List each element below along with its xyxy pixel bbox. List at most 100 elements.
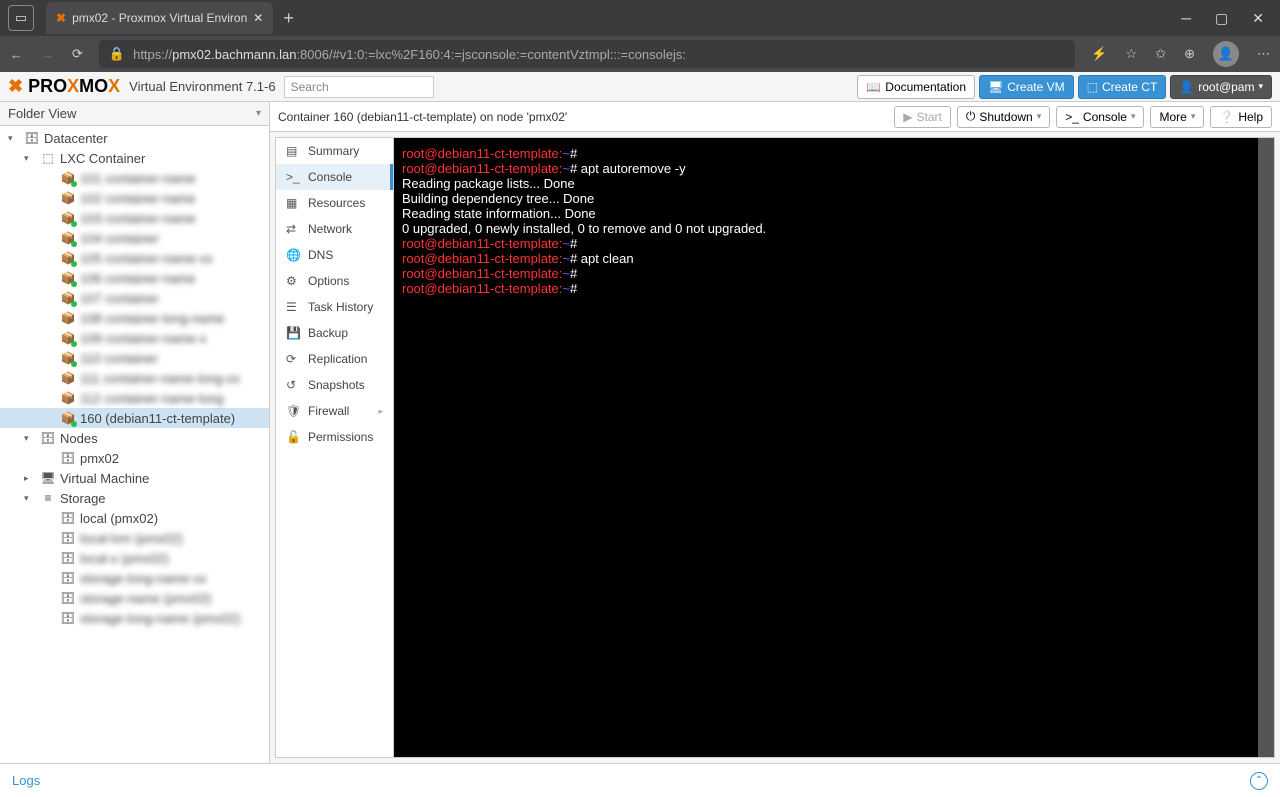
favorite-icon[interactable]: ☆ <box>1126 46 1138 62</box>
tree-item[interactable]: 📦111 container-name-long-xx <box>0 368 269 388</box>
tree-item[interactable]: 🗄local (pmx02) <box>0 508 269 528</box>
tree-item[interactable]: ▾≡Storage <box>0 488 269 508</box>
tab-close-icon[interactable]: ✕ <box>253 11 263 25</box>
tree-item-label: 111 container-name-long-xx <box>80 371 240 386</box>
user-button[interactable]: 👤root@pam▾ <box>1170 75 1272 99</box>
profile-avatar-icon[interactable]: 👤 <box>1213 41 1239 67</box>
tree-item-label: Virtual Machine <box>60 471 149 486</box>
tree-item[interactable]: 🗄storage-name (pmx02) <box>0 588 269 608</box>
cube-run-icon: 📦 <box>60 170 76 186</box>
submenu-snapshots[interactable]: ↺Snapshots <box>276 372 393 398</box>
submenu-permissions[interactable]: 🔓Permissions <box>276 424 393 450</box>
console-button[interactable]: >_Console▾ <box>1056 106 1144 128</box>
sidebar: Folder View ▾ ▾🗄Datacenter▾⬚LXC Containe… <box>0 102 270 763</box>
submenu-backup[interactable]: 💾Backup <box>276 320 393 346</box>
minimize-icon[interactable]: ─ <box>1181 10 1191 27</box>
submenu-firewall[interactable]: 🛡Firewall▸ <box>276 398 393 424</box>
logs-button[interactable]: Logs <box>12 773 40 788</box>
submenu-summary[interactable]: ▤Summary <box>276 138 393 164</box>
cube-run-icon: 📦 <box>60 230 76 246</box>
tree-item[interactable]: 📦102 container-name <box>0 188 269 208</box>
cube-run-icon: 📦 <box>60 350 76 366</box>
favorites-bar-icon[interactable]: ✩ <box>1155 46 1166 62</box>
terminal[interactable]: root@debian11-ct-template:~# root@debian… <box>394 138 1274 757</box>
create-vm-button[interactable]: 🖥Create VM <box>979 75 1074 99</box>
collections-icon[interactable]: ⊕ <box>1184 46 1195 62</box>
book-icon: ▤ <box>286 144 300 158</box>
back-icon[interactable]: ← <box>10 47 23 62</box>
tree-item-label: 110 container <box>80 351 158 366</box>
gear-icon: ⚙ <box>286 274 300 288</box>
close-window-icon[interactable]: ✕ <box>1252 10 1264 27</box>
cube-run-icon: 📦 <box>60 330 76 346</box>
tree-item[interactable]: 📦106 container-name <box>0 268 269 288</box>
submenu-console[interactable]: >_Console <box>276 164 393 190</box>
lock-icon: 🔓 <box>286 430 300 444</box>
tree-item-label: LXC Container <box>60 151 145 166</box>
reload-icon[interactable]: ⟳ <box>72 46 83 62</box>
power-icon: ⏻ <box>966 109 976 124</box>
create-ct-button[interactable]: ⬚Create CT <box>1078 75 1167 99</box>
submenu-dns[interactable]: 🌐DNS <box>276 242 393 268</box>
tree-item[interactable]: 📦108 container-long-name <box>0 308 269 328</box>
tree-item[interactable]: ▸🖥Virtual Machine <box>0 468 269 488</box>
content-header: Container 160 (debian11-ct-template) on … <box>270 102 1280 132</box>
expand-up-icon[interactable]: ⌃ <box>1250 772 1268 790</box>
submenu-options[interactable]: ⚙Options <box>276 268 393 294</box>
tree-item[interactable]: 📦107 container <box>0 288 269 308</box>
new-tab-button[interactable]: + <box>273 8 304 29</box>
tree-item[interactable]: 📦160 (debian11-ct-template) <box>0 408 269 428</box>
tree-item[interactable]: 📦 110 container <box>0 348 269 368</box>
browser-chrome: ▭ ✖ pmx02 - Proxmox Virtual Environ ✕ + … <box>0 0 1280 72</box>
tree-item[interactable]: 🗄storage-long-name (pmx02) <box>0 608 269 628</box>
scrollbar[interactable] <box>1258 138 1274 757</box>
tree-item[interactable]: 🗄pmx02 <box>0 448 269 468</box>
more-button[interactable]: More▾ <box>1150 106 1204 128</box>
help-button[interactable]: ❔Help <box>1210 106 1272 128</box>
more-icon[interactable]: ⋯ <box>1257 46 1270 62</box>
help-icon: ❔ <box>1219 110 1234 124</box>
tree-item[interactable]: 📦103 container-name <box>0 208 269 228</box>
tree-item[interactable]: 🗄 local-lvm (pmx02) <box>0 528 269 548</box>
tab-title: pmx02 - Proxmox Virtual Environ <box>72 11 247 25</box>
tree-item[interactable]: 🗄storage-long-name-xx <box>0 568 269 588</box>
submenu-resources[interactable]: ▦Resources <box>276 190 393 216</box>
submenu-network[interactable]: ⇄Network <box>276 216 393 242</box>
tree-item[interactable]: 📦104 container <box>0 228 269 248</box>
maximize-icon[interactable]: ▢ <box>1215 10 1228 27</box>
reader-icon[interactable]: ⚡ <box>1091 46 1107 62</box>
start-button[interactable]: ▶Start <box>894 106 951 128</box>
server-run-icon: 🗄 <box>60 450 76 466</box>
history-icon: ↺ <box>286 378 300 392</box>
tree-item[interactable]: ▾🗄Datacenter <box>0 128 269 148</box>
documentation-button[interactable]: 📖Documentation <box>857 75 975 99</box>
tree-item-label: 107 container <box>80 291 159 306</box>
forward-icon: → <box>41 47 54 62</box>
tree-item[interactable]: 🗄local-x (pmx02) <box>0 548 269 568</box>
tree-item-label: local-lvm (pmx02) <box>80 531 183 546</box>
expand-icon: ▾ <box>24 433 36 444</box>
browser-tab[interactable]: ✖ pmx02 - Proxmox Virtual Environ ✕ <box>46 2 273 34</box>
chip-icon: ▦ <box>286 196 300 210</box>
tree-item[interactable]: 📦105 container-name-xx <box>0 248 269 268</box>
shutdown-button[interactable]: ⏻Shutdown▾ <box>957 106 1050 128</box>
submenu-label: Replication <box>308 352 367 366</box>
tree-item[interactable]: ▾🗄Nodes <box>0 428 269 448</box>
tab-overview-button[interactable]: ▭ <box>8 5 34 31</box>
url-bar[interactable]: 🔒 https://pmx02.bachmann.lan:8006/#v1:0:… <box>99 40 1075 68</box>
content-title: Container 160 (debian11-ct-template) on … <box>278 110 567 124</box>
submenu-label: Firewall <box>308 404 349 418</box>
tree-item[interactable]: ▾⬚LXC Container <box>0 148 269 168</box>
tree-item[interactable]: 📦112 container-name-long <box>0 388 269 408</box>
submenu-label: Task History <box>308 300 373 314</box>
view-selector[interactable]: Folder View ▾ <box>0 102 269 126</box>
submenu-label: Backup <box>308 326 348 340</box>
tree-item[interactable]: 📦109 container-name-x <box>0 328 269 348</box>
tree-item-label: local-x (pmx02) <box>80 551 169 566</box>
submenu-task-history[interactable]: ☰Task History <box>276 294 393 320</box>
submenu-replication[interactable]: ⟳Replication <box>276 346 393 372</box>
tree-item[interactable]: 📦101 container-name <box>0 168 269 188</box>
disk-icon: 🗄 <box>60 530 76 546</box>
server-icon: 🗄 <box>24 130 40 146</box>
search-input[interactable]: Search <box>284 76 434 98</box>
